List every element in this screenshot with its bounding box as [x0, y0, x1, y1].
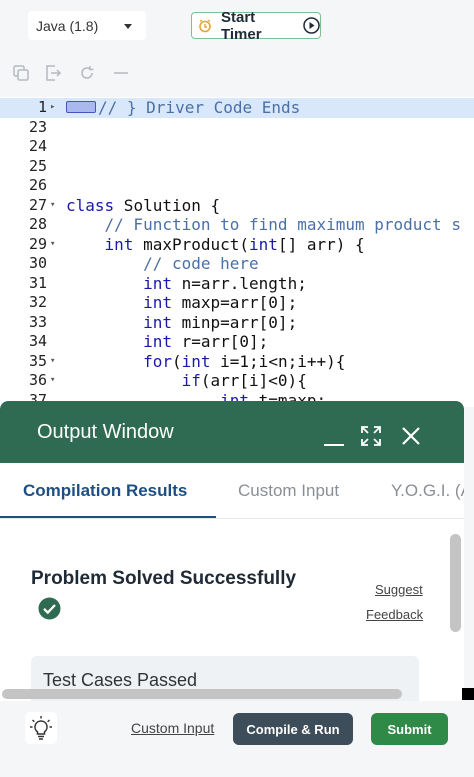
top-bar: Java (1.8) Start Timer: [0, 0, 474, 52]
code-line[interactable]: 23: [0, 118, 474, 138]
code-line[interactable]: 34 int r=arr[0];: [0, 332, 474, 352]
alarm-clock-icon: [198, 18, 212, 33]
line-number: 24: [28, 137, 47, 155]
compile-run-button[interactable]: Compile & Run: [233, 713, 353, 745]
bottom-action-bar: Custom Input Compile & Run Submit: [0, 701, 474, 777]
suggest-link[interactable]: Suggest: [375, 582, 423, 597]
minimize-icon[interactable]: [322, 424, 346, 448]
folded-region-marker[interactable]: [66, 100, 96, 113]
line-number: 29: [28, 234, 47, 253]
test-cases-label: Test Cases Passed: [43, 670, 198, 690]
tab-compilation-results[interactable]: Compilation Results: [23, 481, 187, 501]
code-editor[interactable]: 1 ▸// } Driver Code Ends 23 24 25 26 27 ▾ class …: [0, 97, 474, 407]
code-line[interactable]: 25: [0, 157, 474, 177]
fold-collapse-icon[interactable]: ▾: [50, 196, 55, 216]
code-text: int maxProduct(int[] arr) {: [104, 234, 365, 254]
start-timer-label: Start Timer: [221, 8, 262, 43]
code-line[interactable]: 30 // code here: [0, 254, 474, 274]
code-line[interactable]: 29 ▾ int maxProduct(int[] arr) {: [0, 235, 474, 255]
code-text: // Function to find maximum product s: [66, 215, 461, 234]
code-text: // code here: [66, 254, 259, 273]
lightbulb-icon[interactable]: [25, 712, 57, 744]
custom-input-link[interactable]: Custom Input: [131, 720, 214, 736]
line-number: 23: [28, 117, 47, 136]
editor-toolbar: [0, 56, 474, 90]
line-number: 28: [28, 215, 47, 233]
code-text: int r=arr[0];: [143, 332, 269, 351]
code-text: class Solution {: [66, 195, 221, 215]
output-header: Output Window: [0, 401, 464, 463]
code-text: // } Driver Code Ends: [66, 98, 300, 118]
copy-icon[interactable]: [12, 64, 30, 82]
line-number: 27: [28, 195, 47, 214]
line-number: 34: [28, 332, 47, 350]
code-line[interactable]: 24: [0, 137, 474, 157]
code-line[interactable]: 26: [0, 176, 474, 196]
submit-button[interactable]: Submit: [371, 713, 448, 745]
fold-collapse-icon[interactable]: ▾: [50, 235, 55, 255]
play-icon: [303, 17, 320, 34]
language-label: Java (1.8): [36, 17, 99, 34]
code-line[interactable]: 33 int minp=arr[0];: [0, 313, 474, 333]
feedback-link[interactable]: Feedback: [366, 607, 423, 622]
code-line[interactable]: 31 int n=arr.length;: [0, 274, 474, 294]
chevron-down-icon: [124, 24, 132, 29]
code-text: int minp=arr[0];: [143, 312, 298, 332]
code-text: int maxp=arr[0];: [143, 293, 298, 312]
horizontal-scrollbar[interactable]: [2, 689, 402, 699]
vertical-scrollbar[interactable]: [450, 534, 461, 632]
code-line[interactable]: 35 ▾ for(int i=1;i<n;i++){: [0, 352, 474, 372]
line-number: 25: [28, 156, 47, 175]
line-number: 26: [28, 176, 47, 194]
reset-icon[interactable]: [78, 64, 96, 82]
code-text: if(arr[i]<0){: [181, 371, 307, 390]
line-number: 1: [37, 98, 47, 116]
code-line[interactable]: 27 ▾ class Solution {: [0, 196, 474, 216]
line-number: 35: [28, 351, 47, 370]
tab-yogi[interactable]: Y.O.G.I. (A: [391, 481, 464, 501]
start-timer-button[interactable]: Start Timer: [191, 9, 321, 43]
line-number: 31: [28, 273, 47, 292]
line-number: 36: [28, 371, 47, 389]
result-title: Problem Solved Successfully: [31, 568, 297, 589]
code-line[interactable]: 1 ▸ // } Driver Code Ends: [0, 98, 474, 118]
line-number: 33: [28, 312, 47, 331]
active-tab-indicator: [0, 516, 216, 518]
language-select[interactable]: Java (1.8): [28, 11, 146, 40]
code-line[interactable]: 36 ▾ if(arr[i]<0){: [0, 371, 474, 391]
line-number: 32: [28, 293, 47, 311]
output-tabs: Compilation Results Custom Input Y.O.G.I…: [0, 463, 464, 519]
tab-custom-input[interactable]: Custom Input: [238, 481, 339, 501]
expand-icon[interactable]: [359, 424, 383, 448]
close-icon[interactable]: [399, 424, 423, 448]
code-text: for(int i=1;i<n;i++){: [143, 351, 346, 371]
minimize-icon[interactable]: [112, 64, 130, 82]
line-number: 30: [28, 254, 47, 272]
output-window: Output Window Compilation Results Custom…: [0, 401, 464, 701]
code-text: int n=arr.length;: [143, 273, 307, 293]
output-title: Output Window: [37, 421, 174, 443]
fold-collapse-icon[interactable]: ▾: [50, 352, 55, 372]
check-circle-icon: [38, 597, 61, 620]
fold-expand-icon[interactable]: ▸: [50, 98, 55, 118]
fold-collapse-icon[interactable]: ▾: [50, 371, 55, 391]
scroll-corner: [462, 688, 474, 700]
code-line[interactable]: 28 // Function to find maximum product s: [0, 215, 474, 235]
import-icon[interactable]: [44, 64, 62, 82]
code-line[interactable]: 32 int maxp=arr[0];: [0, 293, 474, 313]
